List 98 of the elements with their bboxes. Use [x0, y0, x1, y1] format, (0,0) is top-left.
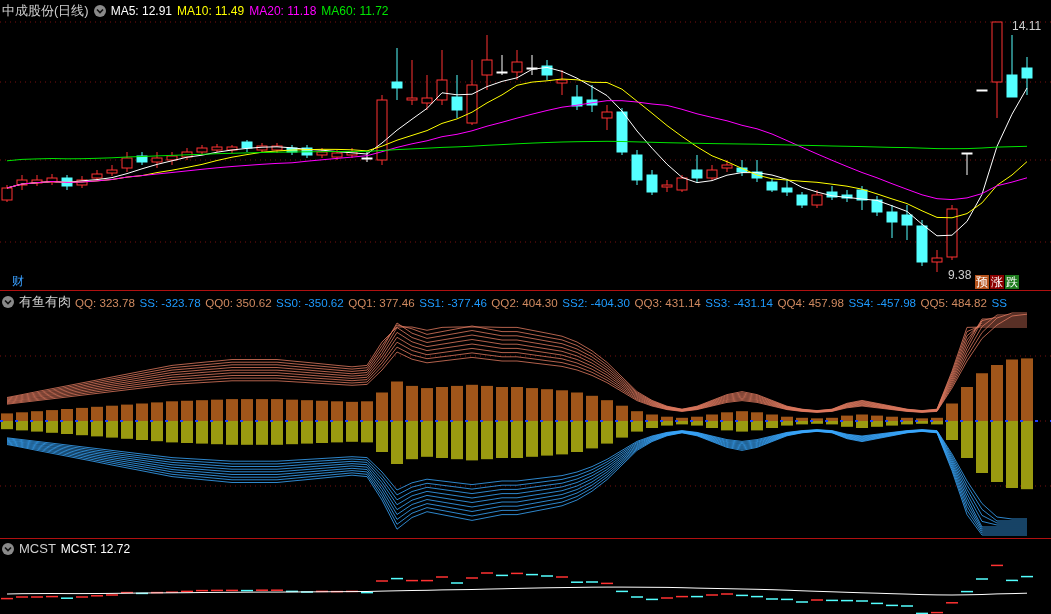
candlestick [571, 84, 583, 111]
candlestick [286, 144, 298, 156]
candlestick [511, 49, 523, 81]
candlestick [436, 49, 448, 106]
candlestick [826, 185, 838, 201]
candlestick [151, 151, 163, 169]
candlestick [811, 189, 823, 209]
candlestick [256, 142, 268, 153]
candlestick [856, 185, 868, 211]
candlestick [211, 143, 223, 153]
chart-title: 中成股份(日线) [2, 2, 89, 20]
candlestick [346, 147, 358, 159]
candlestick [721, 159, 733, 173]
candlestick [646, 169, 658, 196]
candlestick [556, 69, 568, 96]
candlestick [451, 74, 463, 119]
candlestick [661, 179, 673, 193]
candlestick [76, 175, 88, 189]
candlestick [16, 174, 28, 191]
candlestick [376, 94, 388, 166]
candlestick [181, 147, 193, 161]
candlestick [916, 219, 928, 267]
candlestick [961, 152, 973, 176]
dropdown-icon[interactable] [2, 296, 14, 308]
forecast-button[interactable]: 跌 [1005, 275, 1019, 289]
candlestick [676, 174, 688, 193]
forecast-button[interactable]: 预 [975, 275, 989, 289]
candlestick [691, 154, 703, 183]
candlestick [631, 149, 643, 186]
candlestick [901, 204, 913, 241]
candlestick [196, 144, 208, 156]
indicator-reading: SS2: -404.30 [562, 295, 630, 309]
forecast-button[interactable]: 涨 [990, 275, 1004, 289]
indicator-reading: SS4: -457.98 [848, 295, 917, 309]
candlestick [766, 177, 778, 193]
indicator-reading: MCST: 12.72 [60, 541, 131, 556]
indicator-reading: QQ3: 431.14 [634, 295, 701, 309]
low-price-label: 9.38 [948, 268, 972, 282]
candlestick [931, 249, 943, 273]
indicator-reading: MA60: 11.72 [321, 4, 389, 18]
indicator-title: 有鱼有肉 [18, 293, 71, 311]
indicator-reading: SS0: -350.62 [276, 295, 344, 309]
candlestick [61, 174, 73, 191]
candlestick [406, 59, 418, 106]
high-price-label: 14.11 [1012, 19, 1042, 33]
candlestick [121, 151, 133, 173]
candlestick [1021, 56, 1033, 96]
candlestick [616, 107, 628, 156]
candlestick [106, 164, 118, 177]
candlestick [886, 204, 898, 239]
candlestick [496, 54, 508, 76]
indicator-title: MCST [19, 541, 56, 556]
candlestick [526, 54, 538, 76]
candlestick [226, 144, 238, 154]
candlestick [316, 147, 328, 159]
candlestick [946, 204, 958, 261]
indicator-reading: MA5: 12.91 [110, 4, 173, 18]
candlestick [796, 191, 808, 209]
indicator-reading: QQ: 323.78 [75, 295, 135, 309]
candlestick [421, 74, 433, 111]
candlestick [1006, 34, 1018, 98]
dropdown-icon[interactable] [93, 5, 106, 17]
candlestick [841, 189, 853, 203]
candlestick [166, 151, 178, 166]
finance-badge[interactable]: 财 [12, 273, 24, 290]
indicator-reading: SS3: -431.14 [705, 295, 773, 309]
candlestick [466, 59, 478, 126]
candlestick [46, 173, 58, 186]
candlestick [976, 89, 988, 92]
candlestick [136, 151, 148, 166]
candlestick [586, 84, 598, 113]
indicator-reading: MA20: 11.18 [249, 4, 317, 18]
candlestick [751, 159, 763, 183]
candlestick [31, 174, 43, 187]
candlestick [301, 144, 313, 159]
indicator-reading: MA10: 11.49 [177, 4, 245, 18]
candlestick [91, 169, 103, 181]
indicator-reading: QQ2: 404.30 [491, 295, 558, 309]
candlestick [331, 149, 343, 161]
indicator-reading: SS: -323.78 [139, 295, 201, 309]
candlestick [736, 159, 748, 177]
indicator-reading: QQ5: 484.82 [920, 295, 987, 309]
candlestick [271, 142, 283, 154]
candlestick [706, 164, 718, 181]
candlestick [781, 179, 793, 197]
candlestick [601, 104, 613, 131]
indicator-reading: QQ4: 457.98 [777, 295, 844, 309]
candlestick [361, 151, 373, 163]
candlestick [541, 59, 553, 81]
candlestick [481, 34, 493, 91]
candlestick [391, 47, 403, 101]
candlestick [241, 139, 253, 153]
indicator-reading: SS [991, 295, 1007, 309]
indicator-reading: SS1: -377.46 [419, 295, 487, 309]
candlestick [871, 195, 883, 217]
dropdown-icon[interactable] [2, 542, 14, 555]
indicator-reading: QQ1: 377.46 [348, 295, 415, 309]
indicator-reading: QQ0: 350.62 [205, 295, 272, 309]
